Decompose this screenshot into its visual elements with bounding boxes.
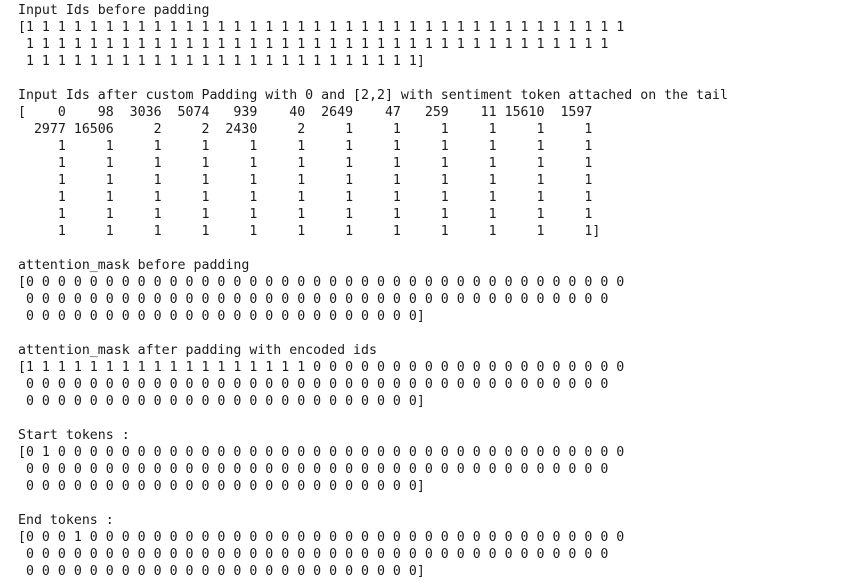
output-line: [0 1 0 0 0 0 0 0 0 0 0 0 0 0 0 0 0 0 0 0…	[18, 445, 625, 460]
output-line: 1 1 1 1 1 1 1 1 1 1 1 1	[18, 139, 593, 154]
output-line: 0 0 0 0 0 0 0 0 0 0 0 0 0 0 0 0 0 0 0 0 …	[18, 564, 425, 579]
output-line: 1 1 1 1 1 1 1 1 1 1 1 1	[18, 173, 593, 188]
output-line: 1 1 1 1 1 1 1 1 1 1 1 1	[18, 190, 593, 205]
output-line: [1 1 1 1 1 1 1 1 1 1 1 1 1 1 1 1 1 1 0 0…	[18, 360, 625, 375]
output-line: 0 0 0 0 0 0 0 0 0 0 0 0 0 0 0 0 0 0 0 0 …	[18, 479, 425, 494]
output-line: 0 0 0 0 0 0 0 0 0 0 0 0 0 0 0 0 0 0 0 0 …	[18, 547, 609, 562]
output-line: 1 1 1 1 1 1 1 1 1 1 1 1]	[18, 224, 601, 239]
output-line: [1 1 1 1 1 1 1 1 1 1 1 1 1 1 1 1 1 1 1 1…	[18, 20, 625, 35]
output-line: 1 1 1 1 1 1 1 1 1 1 1 1 1 1 1 1 1 1 1 1 …	[18, 54, 425, 69]
output-heading-attention-mask-after: attention_mask after padding with encode…	[18, 343, 377, 358]
output-line: [ 0 98 3036 5074 939 40 2649 47 259 11 1…	[18, 105, 593, 120]
output-heading-start-tokens: Start tokens :	[18, 428, 130, 443]
output-line: 1 1 1 1 1 1 1 1 1 1 1 1 1 1 1 1 1 1 1 1 …	[18, 37, 609, 52]
output-line: 0 0 0 0 0 0 0 0 0 0 0 0 0 0 0 0 0 0 0 0 …	[18, 462, 609, 477]
output-line: 0 0 0 0 0 0 0 0 0 0 0 0 0 0 0 0 0 0 0 0 …	[18, 292, 609, 307]
output-line: 1 1 1 1 1 1 1 1 1 1 1 1	[18, 156, 593, 171]
output-heading-attention-mask-before: attention_mask before padding	[18, 258, 250, 273]
output-line: 1 1 1 1 1 1 1 1 1 1 1 1	[18, 207, 593, 222]
output-heading-input-ids-before: Input Ids before padding	[18, 3, 210, 18]
output-heading-end-tokens: End tokens :	[18, 513, 114, 528]
output-line: 0 0 0 0 0 0 0 0 0 0 0 0 0 0 0 0 0 0 0 0 …	[18, 377, 609, 392]
output-line: 0 0 0 0 0 0 0 0 0 0 0 0 0 0 0 0 0 0 0 0 …	[18, 394, 425, 409]
output-line: 0 0 0 0 0 0 0 0 0 0 0 0 0 0 0 0 0 0 0 0 …	[18, 309, 425, 324]
output-heading-input-ids-after: Input Ids after custom Padding with 0 an…	[18, 88, 728, 103]
output-line: 2977 16506 2 2 2430 2 1 1 1 1 1 1	[18, 122, 593, 137]
output-line: [0 0 0 0 0 0 0 0 0 0 0 0 0 0 0 0 0 0 0 0…	[18, 275, 625, 290]
notebook-cell-output: Input Ids before padding [1 1 1 1 1 1 1 1…	[18, 2, 728, 580]
output-line: [0 0 0 1 0 0 0 0 0 0 0 0 0 0 0 0 0 0 0 0…	[18, 530, 625, 545]
